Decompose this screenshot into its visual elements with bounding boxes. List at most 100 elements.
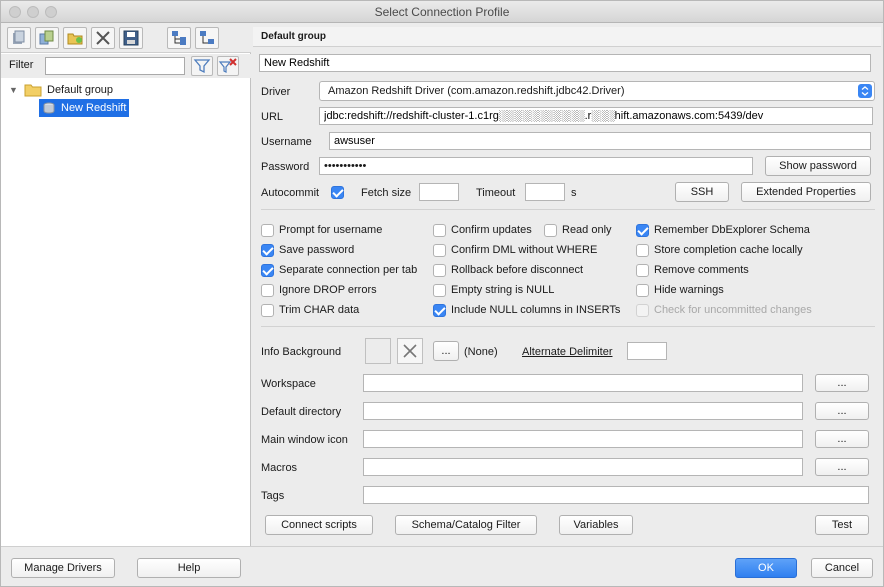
show-password-button[interactable]: Show password <box>765 156 871 176</box>
prompt-for-username-checkbox[interactable] <box>261 224 274 237</box>
main-window-icon-input[interactable] <box>363 430 803 448</box>
autocommit-checkbox[interactable] <box>331 186 344 199</box>
schema-catalog-filter-button[interactable]: Schema/Catalog Filter <box>395 515 537 535</box>
delete-profile-button[interactable] <box>91 27 115 49</box>
macros-input[interactable] <box>363 458 803 476</box>
password-input[interactable]: ••••••••••• <box>319 157 753 175</box>
expand-tree-button[interactable] <box>167 27 191 49</box>
test-connection-button[interactable]: Test <box>815 515 869 535</box>
variables-button[interactable]: Variables <box>559 515 633 535</box>
alternate-delimiter-input[interactable] <box>627 342 667 360</box>
profile-tree-panel: Filter ▼ Default group New Redshift <box>1 23 251 546</box>
timeout-input[interactable] <box>525 183 565 201</box>
new-profile-button[interactable] <box>7 27 31 49</box>
remove-comments-checkbox[interactable] <box>636 264 649 277</box>
workspace-input[interactable] <box>363 374 803 392</box>
trim-char-data-label: Trim CHAR data <box>279 304 360 316</box>
url-label: URL <box>261 111 284 123</box>
info-background-color-swatch[interactable] <box>365 338 391 364</box>
tags-label: Tags <box>261 490 285 502</box>
autocommit-label: Autocommit <box>261 187 320 199</box>
select-connection-profile-window: Select Connection Profile Filter ▼ Defau… <box>0 0 884 587</box>
clear-color-button[interactable] <box>397 338 423 364</box>
default-directory-input[interactable] <box>363 402 803 420</box>
select-arrows-icon <box>858 84 872 98</box>
separate-connection-per-tab-label: Separate connection per tab <box>279 264 418 276</box>
timeout-label: Timeout <box>476 187 516 199</box>
filter-funnel-icon <box>193 59 211 74</box>
clear-filter-button[interactable] <box>217 56 239 76</box>
ignore-drop-errors-checkbox[interactable] <box>261 284 274 297</box>
help-button[interactable]: Help <box>137 558 241 578</box>
save-password-label: Save password <box>279 244 355 256</box>
filter-row: Filter <box>1 54 251 78</box>
include-null-columns-label: Include NULL columns in INSERTs <box>451 304 621 316</box>
filter-input[interactable] <box>45 57 185 75</box>
remember-dbexplorer-schema-label: Remember DbExplorer Schema <box>654 224 810 236</box>
copy-profile-icon <box>39 30 54 45</box>
profile-details-panel: Default group Driver Amazon Redshift Dri… <box>253 23 883 546</box>
ignore-drop-errors-label: Ignore DROP errors <box>279 284 377 296</box>
empty-string-is-null-checkbox[interactable] <box>433 284 446 297</box>
apply-filter-button[interactable] <box>191 56 213 76</box>
expand-arrow-icon[interactable]: ▼ <box>9 81 18 99</box>
main-window-icon-browse-button[interactable]: ... <box>815 430 869 448</box>
copy-profile-button[interactable] <box>35 27 59 49</box>
hide-warnings-checkbox[interactable] <box>636 284 649 297</box>
remember-dbexplorer-schema-checkbox[interactable] <box>636 224 649 237</box>
timeout-unit: s <box>571 187 577 199</box>
username-input[interactable] <box>329 132 871 150</box>
confirm-updates-checkbox[interactable] <box>433 224 446 237</box>
collapse-tree-button[interactable] <box>195 27 219 49</box>
cancel-button[interactable]: Cancel <box>811 558 873 578</box>
extended-properties-button[interactable]: Extended Properties <box>741 182 871 202</box>
connect-scripts-button[interactable]: Connect scripts <box>265 515 373 535</box>
rollback-before-disconnect-checkbox[interactable] <box>433 264 446 277</box>
tags-input[interactable] <box>363 486 869 504</box>
include-null-columns-checkbox[interactable] <box>433 304 446 317</box>
alternate-delimiter-label[interactable]: Alternate Delimiter <box>522 346 612 358</box>
tree-item-new-redshift[interactable]: New Redshift <box>39 99 129 117</box>
url-input[interactable] <box>319 107 873 125</box>
driver-select[interactable]: Amazon Redshift Driver (com.amazon.redsh… <box>319 81 875 101</box>
trim-char-data-checkbox[interactable] <box>261 304 274 317</box>
new-profile-icon <box>13 30 25 44</box>
confirm-dml-without-where-checkbox[interactable] <box>433 244 446 257</box>
profile-name-input[interactable] <box>259 54 871 72</box>
default-directory-browse-button[interactable]: ... <box>815 402 869 420</box>
choose-color-button[interactable]: ... <box>433 341 459 361</box>
save-icon <box>123 30 139 46</box>
default-directory-label: Default directory <box>261 406 342 418</box>
empty-string-is-null-label: Empty string is NULL <box>451 284 555 296</box>
fetch-size-label: Fetch size <box>361 187 412 199</box>
new-folder-button[interactable] <box>63 27 87 49</box>
confirm-dml-without-where-label: Confirm DML without WHERE <box>451 244 598 256</box>
store-completion-cache-checkbox[interactable] <box>636 244 649 257</box>
fetch-size-input[interactable] <box>419 183 459 201</box>
check-uncommitted-changes-checkbox <box>636 304 649 317</box>
macros-browse-button[interactable]: ... <box>815 458 869 476</box>
ssh-button[interactable]: SSH <box>675 182 729 202</box>
username-label: Username <box>261 136 312 148</box>
tree-expand-icon <box>172 31 186 45</box>
separate-connection-per-tab-checkbox[interactable] <box>261 264 274 277</box>
read-only-checkbox[interactable] <box>544 224 557 237</box>
read-only-label: Read only <box>562 224 612 236</box>
tree-item-default-group[interactable]: ▼ Default group <box>9 81 249 99</box>
workspace-label: Workspace <box>261 378 316 390</box>
save-profiles-button[interactable] <box>119 27 143 49</box>
remove-comments-label: Remove comments <box>654 264 749 276</box>
window-title: Select Connection Profile <box>374 5 510 19</box>
title-bar: Select Connection Profile <box>1 1 883 23</box>
profile-toolbar <box>1 23 251 53</box>
database-icon <box>43 102 55 114</box>
ok-button[interactable]: OK <box>735 558 797 578</box>
clear-filter-icon <box>218 58 237 73</box>
hide-warnings-label: Hide warnings <box>654 284 724 296</box>
check-uncommitted-changes-label: Check for uncommitted changes <box>654 304 812 316</box>
save-password-checkbox[interactable] <box>261 244 274 257</box>
confirm-updates-label: Confirm updates <box>451 224 532 236</box>
manage-drivers-button[interactable]: Manage Drivers <box>11 558 115 578</box>
store-completion-cache-label: Store completion cache locally <box>654 244 803 256</box>
workspace-browse-button[interactable]: ... <box>815 374 869 392</box>
